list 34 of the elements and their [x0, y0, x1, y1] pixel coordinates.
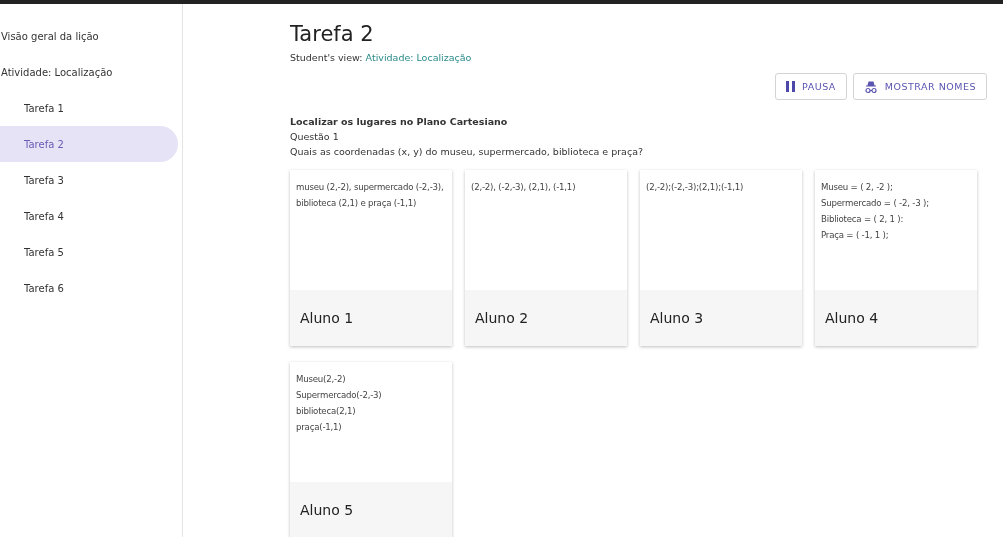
sidebar-item[interactable]: Tarefa 5 [0, 234, 178, 270]
show-names-button[interactable]: MOSTRAR NOMES [852, 73, 987, 100]
activity-link[interactable]: Atividade: Localização [365, 52, 472, 63]
question-heading: Localizar os lugares no Plano Cartesiano [290, 115, 509, 129]
answer-text: museu (2,-2), supermercado (-2,-3), biblioteca (2,1) e praça (-1,1) [296, 181, 445, 210]
answer-text: Museu = ( 2, -2 ); [821, 181, 894, 194]
answer-text: (2,-2);(-2,-3);(2,1);(-1,1) [646, 181, 745, 194]
sidebar-item[interactable]: Tarefa 2 [0, 126, 178, 162]
sidebar-item[interactable]: Atividade: Localização [1, 54, 182, 90]
pause-button[interactable]: PAUSA [775, 73, 847, 100]
student-name: Aluno 2 [465, 290, 627, 346]
answer-text: biblioteca(2,1) [296, 405, 357, 418]
answer-text: Museu(2,-2) [296, 373, 347, 386]
question-text: Quais as coordenadas (x, y) do museu, supermercado, biblioteca e praça? [290, 145, 644, 159]
answer-text: Praça = ( -1, 1 ); [821, 229, 890, 242]
sidebar-item[interactable]: Tarefa 3 [0, 162, 178, 198]
incognito-icon [863, 79, 878, 94]
answer-text: Biblioteca = ( 2, 1 ): [821, 213, 905, 226]
student-name: Aluno 4 [815, 290, 977, 346]
answer-text: Supermercado = ( -2, -3 ); [821, 197, 930, 210]
sidebar-item[interactable]: Tarefa 4 [0, 198, 178, 234]
page-title: Tarefa 2 [290, 22, 375, 46]
student-name: Aluno 3 [640, 290, 802, 346]
view-caption: Student's view: Atividade: Localização [290, 52, 473, 63]
question-number: Questão 1 [290, 130, 340, 144]
sidebar-item[interactable]: Tarefa 6 [0, 270, 178, 306]
pause-icon [786, 81, 796, 92]
sidebar-item[interactable]: Visão geral da lição [1, 18, 182, 54]
answer-text: (2,-2), (-2,-3), (2,1), (-1,1) [471, 181, 577, 194]
student-name: Aluno 1 [290, 290, 452, 346]
sidebar-item[interactable]: Tarefa 1 [0, 90, 178, 126]
student-name: Aluno 5 [290, 482, 452, 537]
answer-text: Supermercado(-2,-3) [296, 389, 383, 402]
answer-text: praça(-1,1) [296, 421, 343, 434]
